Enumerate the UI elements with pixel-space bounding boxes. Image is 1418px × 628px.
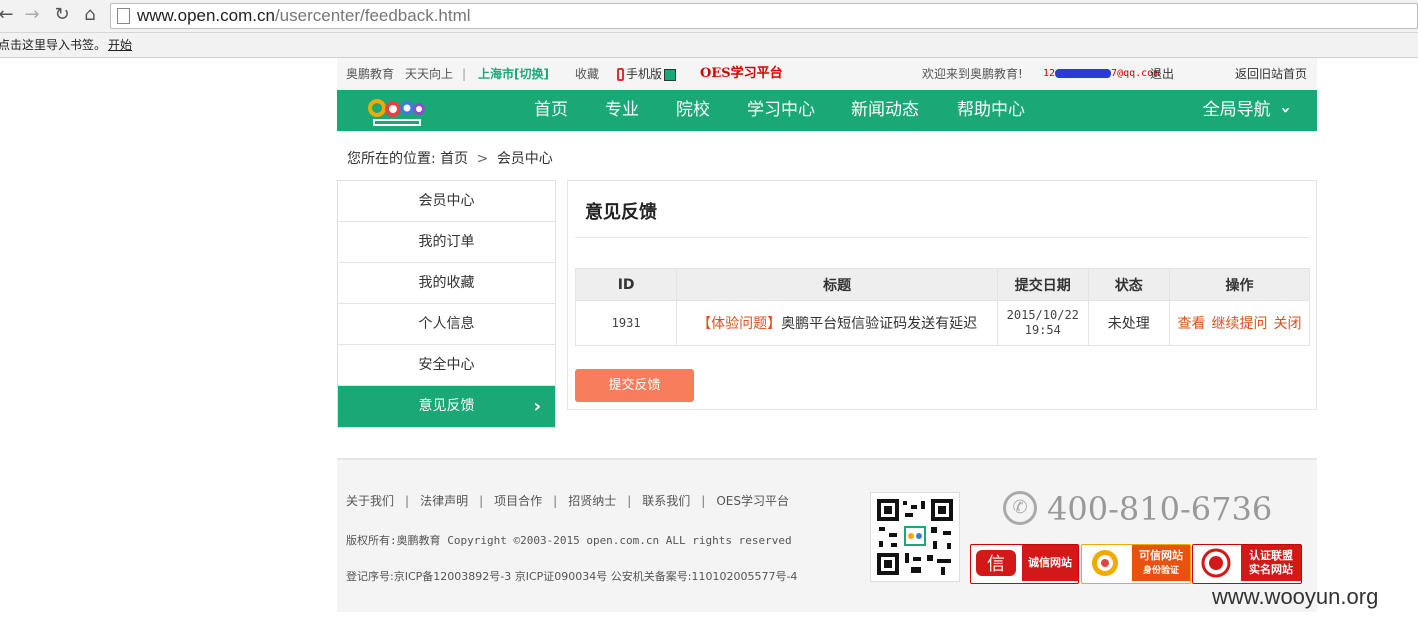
nav-learning-center[interactable]: 学习中心 [747, 90, 815, 131]
user-email[interactable]: 12 7@qq.com [1043, 58, 1159, 90]
bookmark-import-hint[interactable]: 点击这里导入书签。 [0, 34, 106, 56]
watermark-text: www.wooyun.org [1212, 584, 1379, 609]
back-icon[interactable]: ← [0, 5, 16, 25]
footer-link-cooperation[interactable]: 项目合作 [494, 494, 542, 508]
row-title-text: 奥鹏平台短信验证码发送有延迟 [781, 316, 978, 332]
city-switch[interactable]: 上海市[切换] [478, 58, 549, 90]
qr-code-icon [664, 68, 677, 81]
page-title: 意见反馈 [585, 202, 657, 223]
open-logo[interactable] [365, 94, 425, 128]
view-link[interactable]: 查看 [1177, 316, 1205, 332]
member-sidebar: 会员中心 我的订单 我的收藏 个人信息 安全中心 意见反馈 › [337, 180, 556, 428]
nav-help[interactable]: 帮助中心 [957, 90, 1025, 131]
badge-real-name-site[interactable]: 认证联盟 实名网站 [1192, 544, 1302, 584]
sidebar-item-orders[interactable]: 我的订单 [338, 222, 555, 263]
sidebar-item-favorites[interactable]: 我的收藏 [338, 263, 555, 304]
breadcrumb-home[interactable]: 首页 [440, 151, 468, 167]
url-host: www.open.com.cn [137, 6, 275, 25]
footer-link-legal[interactable]: 法律声明 [420, 494, 468, 508]
site-topbar: 奥鹏教育 天天向上 | 上海市[切换] 收藏 手机版 OES学习平台 欢迎来到奥… [337, 58, 1317, 90]
footer-link-oes[interactable]: OES学习平台 [716, 494, 789, 508]
welcome-text: 欢迎来到奥鹏教育! [922, 67, 1023, 81]
footer-links: 关于我们 | 法律声明 | 项目合作 | 招贤纳士 | 联系我们 | OES学习平台 [346, 494, 789, 508]
sidebar-item-feedback[interactable]: 意见反馈 › [338, 386, 555, 428]
row-id: 1931 [574, 300, 678, 346]
phone-icon: ✆ [1003, 490, 1037, 525]
nav-college[interactable]: 院校 [676, 90, 710, 131]
continue-ask-link[interactable]: 继续提问 [1211, 316, 1267, 332]
certification-seal-icon [1201, 548, 1231, 578]
nav-major[interactable]: 专业 [605, 90, 639, 131]
sidebar-item-member-center[interactable]: 会员中心 [338, 181, 555, 222]
main-nav: 首页 专业 院校 学习中心 新闻动态 帮助中心 全局导航 › [337, 90, 1317, 131]
footer-copyright: 版权所有:奥鹏教育 Copyright ©2003-2015 open.com.… [346, 534, 792, 547]
home-icon[interactable]: ⌂ [80, 5, 100, 25]
chevron-down-icon: › [1275, 106, 1296, 114]
url-path: /usercenter/feedback.html [274, 6, 471, 25]
sidebar-item-security[interactable]: 安全中心 [338, 345, 555, 386]
col-title: 标题 [676, 268, 998, 301]
bookmark-bar: 点击这里导入书签。 开始 [0, 33, 1418, 58]
trusted-swirl-icon [1092, 550, 1118, 576]
breadcrumb-current[interactable]: 会员中心 [497, 151, 553, 167]
nav-news[interactable]: 新闻动态 [851, 90, 919, 131]
browser-toolbar: ← → ↻ ⌂ www.open.com.cn/usercenter/feedb… [0, 0, 1418, 33]
breadcrumb: 您所在的位置: 首页 > 会员中心 [347, 148, 553, 168]
badge-credit-site[interactable]: 信 诚信网站 [970, 544, 1079, 584]
mobile-link[interactable]: 手机版 [617, 58, 677, 90]
page-icon [117, 8, 130, 24]
row-title[interactable]: 【体验问题】奥鹏平台短信验证码发送有延迟 [676, 300, 998, 346]
favorite-link[interactable]: 收藏 [575, 58, 599, 90]
email-redaction [1055, 68, 1112, 78]
address-bar[interactable]: www.open.com.cn/usercenter/feedback.html [110, 3, 1418, 29]
oes-platform-link[interactable]: OES学习平台 [700, 58, 783, 90]
col-status: 状态 [1087, 268, 1170, 301]
mobile-phone-icon [617, 68, 624, 81]
row-category-tag: 【体验问题】 [697, 316, 782, 332]
footer-link-jobs[interactable]: 招贤纳士 [568, 494, 616, 508]
hotline-number: ✆ 400-810-6736 [1003, 490, 1272, 529]
col-actions: 操作 [1168, 268, 1311, 301]
topbar-divider: | [462, 67, 467, 81]
sidebar-item-label: 意见反馈 [418, 398, 475, 414]
forward-icon[interactable]: → [22, 5, 42, 25]
title-divider [575, 237, 1309, 238]
logout-link[interactable]: 退出 [1150, 58, 1174, 90]
row-date: 2015/10/22 19:54 [996, 300, 1089, 346]
table-row: 1931 【体验问题】奥鹏平台短信验证码发送有延迟 2015/10/22 19:5… [574, 300, 1311, 346]
table-header-row: ID 标题 提交日期 状态 操作 [574, 268, 1311, 301]
footer-icp: 登记序号:京ICP备12003892号-3 京ICP证090034号 公安机关备… [346, 570, 798, 583]
qr-code-icon [870, 492, 960, 582]
nav-home[interactable]: 首页 [534, 90, 568, 131]
chevron-right-icon: › [533, 396, 541, 417]
submit-feedback-button[interactable]: 提交反馈 [575, 369, 694, 402]
footer-link-contact[interactable]: 联系我们 [642, 494, 690, 508]
row-actions: 查看 继续提问 关闭 [1168, 300, 1311, 346]
global-nav-menu[interactable]: 全局导航 › [1203, 90, 1296, 130]
row-status: 未处理 [1087, 300, 1170, 346]
footer-link-about[interactable]: 关于我们 [346, 494, 394, 508]
col-id: ID [574, 268, 678, 301]
svg-text:信: 信 [987, 554, 1005, 575]
close-link[interactable]: 关闭 [1273, 316, 1301, 332]
old-site-link[interactable]: 返回旧站首页 [1235, 58, 1307, 90]
credit-seal-icon: 信 [976, 550, 1016, 576]
topbar-brand[interactable]: 奥鹏教育 [346, 58, 394, 90]
breadcrumb-separator: > [476, 151, 489, 167]
sidebar-item-profile[interactable]: 个人信息 [338, 304, 555, 345]
badge-trusted-site[interactable]: 可信网站 身份验证 [1081, 544, 1191, 584]
topbar-slogan: 天天向上 [405, 67, 454, 81]
breadcrumb-label: 您所在的位置: [347, 151, 436, 167]
feedback-panel: 意见反馈 ID 标题 提交日期 状态 操作 1931 【体验问题】奥鹏平台短信验… [567, 180, 1317, 410]
site-footer: 关于我们 | 法律声明 | 项目合作 | 招贤纳士 | 联系我们 | OES学习平台 版权所有:奥鹏… [337, 458, 1317, 612]
feedback-table: ID 标题 提交日期 状态 操作 1931 【体验问题】奥鹏平台短信验证码发送有… [574, 268, 1311, 346]
reload-icon[interactable]: ↻ [52, 5, 72, 25]
col-date: 提交日期 [996, 268, 1089, 301]
bookmark-start-link[interactable]: 开始 [108, 34, 132, 56]
